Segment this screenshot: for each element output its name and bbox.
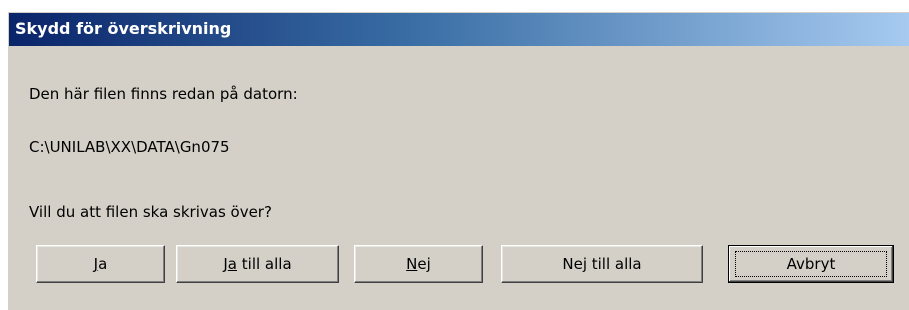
- yes-to-all-button[interactable]: Ja till alla: [176, 245, 339, 283]
- yes-button-label: Ja: [94, 255, 108, 273]
- no-button[interactable]: Nej: [354, 245, 483, 283]
- message-file-exists: Den här filen finns redan på datorn:: [29, 85, 298, 103]
- yes-to-all-button-label: Ja till alla: [223, 255, 291, 273]
- yes-all-label-post: till alla: [237, 255, 292, 273]
- yes-button[interactable]: Ja: [36, 245, 165, 283]
- overwrite-question: Vill du att filen ska skrivas över?: [29, 203, 272, 221]
- yes-all-label-mnemonic: a: [227, 255, 237, 273]
- yes-label-post: a: [98, 255, 108, 273]
- file-path: C:\UNILAB\XX\DATA\Gn075: [29, 138, 230, 156]
- overwrite-dialog: Skydd för överskrivning Den här filen fi…: [8, 12, 909, 310]
- no-label-post: ej: [417, 255, 431, 273]
- no-all-label-pre: Ne: [562, 255, 583, 273]
- cancel-button-label: Avbryt: [786, 255, 836, 273]
- no-to-all-button-label: Nej till alla: [562, 255, 641, 273]
- no-all-label-post: till alla: [586, 255, 642, 273]
- dialog-title: Skydd för överskrivning: [15, 19, 232, 38]
- no-label-mnemonic: N: [406, 255, 418, 273]
- cancel-button[interactable]: Avbryt: [728, 245, 894, 283]
- dialog-titlebar[interactable]: Skydd för överskrivning: [9, 13, 909, 46]
- no-to-all-button[interactable]: Nej till alla: [501, 245, 703, 283]
- no-button-label: Nej: [406, 255, 431, 273]
